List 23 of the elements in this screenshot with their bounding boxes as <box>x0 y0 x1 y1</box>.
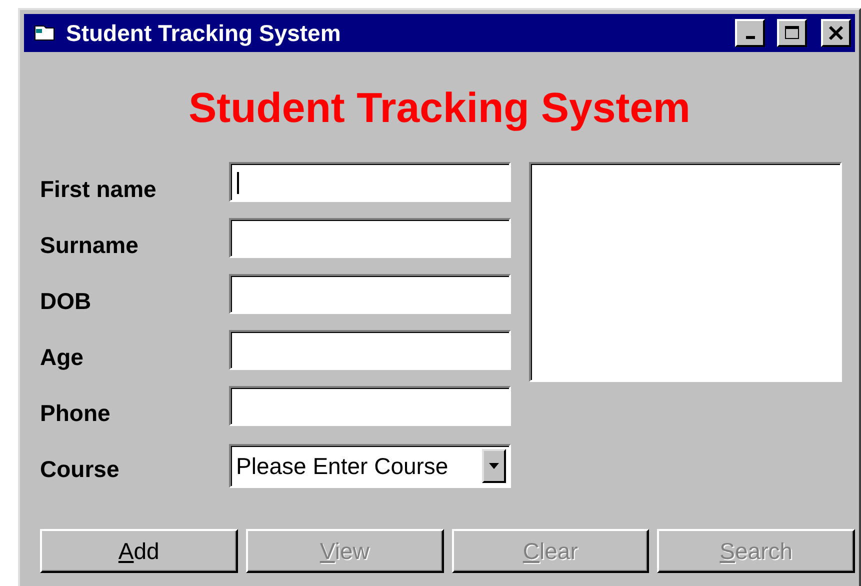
close-button[interactable] <box>821 19 851 47</box>
field-label: Surname <box>40 232 140 259</box>
window-title: Student Tracking System <box>66 20 342 46</box>
input-field[interactable] <box>229 330 511 370</box>
field-label: Phone <box>40 400 112 427</box>
list-box[interactable] <box>529 162 842 382</box>
maximize-icon <box>784 25 800 41</box>
form-heading: Student Tracking System <box>188 84 692 132</box>
input-field[interactable] <box>229 162 511 202</box>
course-dropdown[interactable]: Please Enter Course <box>229 444 511 488</box>
field-label: Age <box>40 344 84 371</box>
field-label: First name <box>40 176 158 203</box>
close-icon <box>828 25 844 41</box>
input-field[interactable] <box>229 386 511 426</box>
input-field[interactable] <box>229 218 511 258</box>
action-button[interactable]: Add <box>40 529 238 573</box>
input-field[interactable] <box>229 274 511 314</box>
field-label: DOB <box>40 288 92 315</box>
minimize-button[interactable] <box>735 19 765 47</box>
field-label: Course <box>40 456 120 483</box>
app-icon <box>34 24 56 42</box>
minimize-icon <box>746 36 754 39</box>
maximize-button[interactable] <box>777 19 807 47</box>
